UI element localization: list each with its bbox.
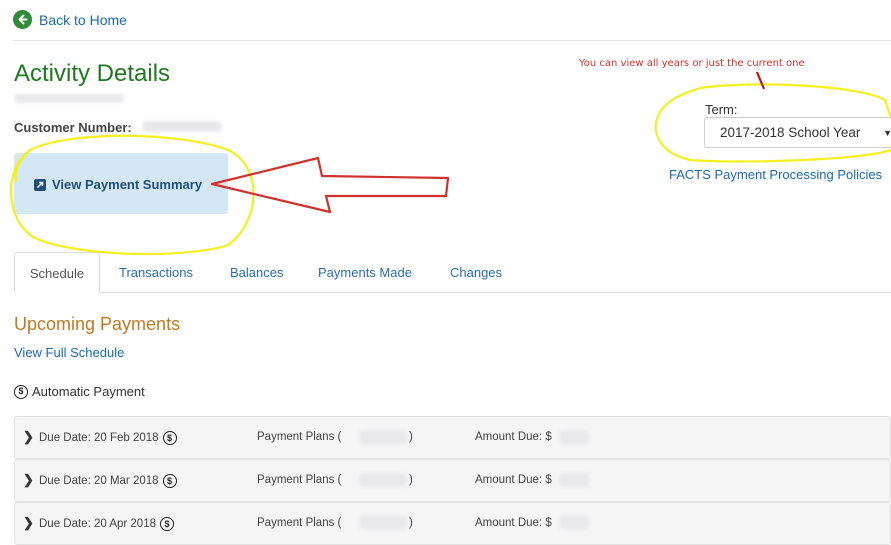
- payment-plans: Payment Plans (: [257, 517, 342, 529]
- chevron-right-icon[interactable]: ❯: [23, 472, 34, 488]
- due-date: Due Date: 20 Mar 2018 $: [39, 474, 177, 488]
- tab-transactions[interactable]: Transactions: [119, 265, 193, 280]
- payment-plans-close: ): [409, 474, 413, 486]
- due-date-text: Due Date: 20 Mar 2018: [39, 475, 159, 487]
- automatic-payment-legend: $ Automatic Payment: [14, 384, 145, 399]
- payment-policies-link[interactable]: FACTS Payment Processing Policies: [669, 167, 882, 182]
- dollar-cycle-icon: $: [162, 431, 177, 445]
- back-to-home-label: Back to Home: [39, 11, 127, 28]
- redacted-amount: [559, 473, 589, 487]
- due-date-text: Due Date: 20 Apr 2018: [39, 518, 156, 530]
- payment-row[interactable]: ❯ Due Date: 20 Mar 2018 $ Payment Plans (…: [14, 459, 891, 502]
- tab-balances[interactable]: Balances: [230, 265, 283, 280]
- dollar-cycle-icon: $: [160, 517, 174, 531]
- redacted-customer-number: [142, 121, 222, 132]
- pointer-arrow: [210, 156, 450, 214]
- external-link-icon: [34, 178, 46, 191]
- term-label: Term:: [705, 102, 738, 117]
- view-full-schedule-link[interactable]: View Full Schedule: [14, 345, 124, 360]
- section-title: Upcoming Payments: [14, 314, 181, 334]
- tab-payments-made[interactable]: Payments Made: [318, 265, 412, 280]
- tabs-baseline: [14, 292, 891, 293]
- redacted-amount: [559, 430, 589, 444]
- redacted-plan-name: [359, 430, 407, 444]
- due-date: Due Date: 20 Feb 2018 $: [39, 431, 177, 445]
- due-date-text: Due Date: 20 Feb 2018: [39, 432, 159, 444]
- tab-changes[interactable]: Changes: [450, 265, 502, 280]
- term-select[interactable]: 2017-2018 School Year ▼: [704, 117, 891, 148]
- redacted-amount: [559, 516, 589, 530]
- tab-schedule[interactable]: Schedule: [14, 252, 100, 293]
- payment-plans-close: ): [409, 431, 413, 443]
- chevron-right-icon[interactable]: ❯: [23, 429, 34, 445]
- redacted-plan-name: [359, 516, 407, 530]
- payment-row[interactable]: ❯ Due Date: 20 Apr 2018 $ Payment Plans (…: [14, 502, 891, 545]
- caret-down-icon: ▼: [883, 128, 891, 138]
- redacted-name: [14, 94, 124, 103]
- view-payment-summary-label: View Payment Summary: [52, 177, 203, 192]
- amount-due: Amount Due: $: [475, 517, 552, 529]
- payment-row[interactable]: ❯ Due Date: 20 Feb 2018 $ Payment Plans (…: [14, 416, 891, 459]
- back-to-home-link[interactable]: Back to Home: [13, 10, 127, 29]
- due-date: Due Date: 20 Apr 2018 $: [39, 517, 174, 531]
- amount-due: Amount Due: $: [475, 474, 552, 486]
- arrow-left-circle-icon: [13, 10, 32, 29]
- payment-plans: Payment Plans (: [257, 474, 342, 486]
- amount-due: Amount Due: $: [475, 431, 552, 443]
- annotation-stroke: [755, 71, 766, 90]
- automatic-payment-label: Automatic Payment: [32, 384, 145, 399]
- view-payment-summary-button[interactable]: View Payment Summary: [34, 177, 202, 192]
- page-title: Activity Details: [14, 60, 171, 87]
- redacted-plan-name: [359, 473, 407, 487]
- dollar-cycle-icon: $: [162, 474, 177, 488]
- top-divider: [13, 40, 891, 41]
- term-selected-value: 2017-2018 School Year: [720, 125, 861, 140]
- payment-plans-close: ): [409, 517, 413, 529]
- payment-plans: Payment Plans (: [257, 431, 342, 443]
- dollar-cycle-icon: $: [14, 384, 28, 399]
- customer-number-label: Customer Number:: [14, 120, 132, 135]
- chevron-right-icon[interactable]: ❯: [23, 515, 34, 531]
- annotation-note: You can view all years or just the curre…: [579, 58, 805, 69]
